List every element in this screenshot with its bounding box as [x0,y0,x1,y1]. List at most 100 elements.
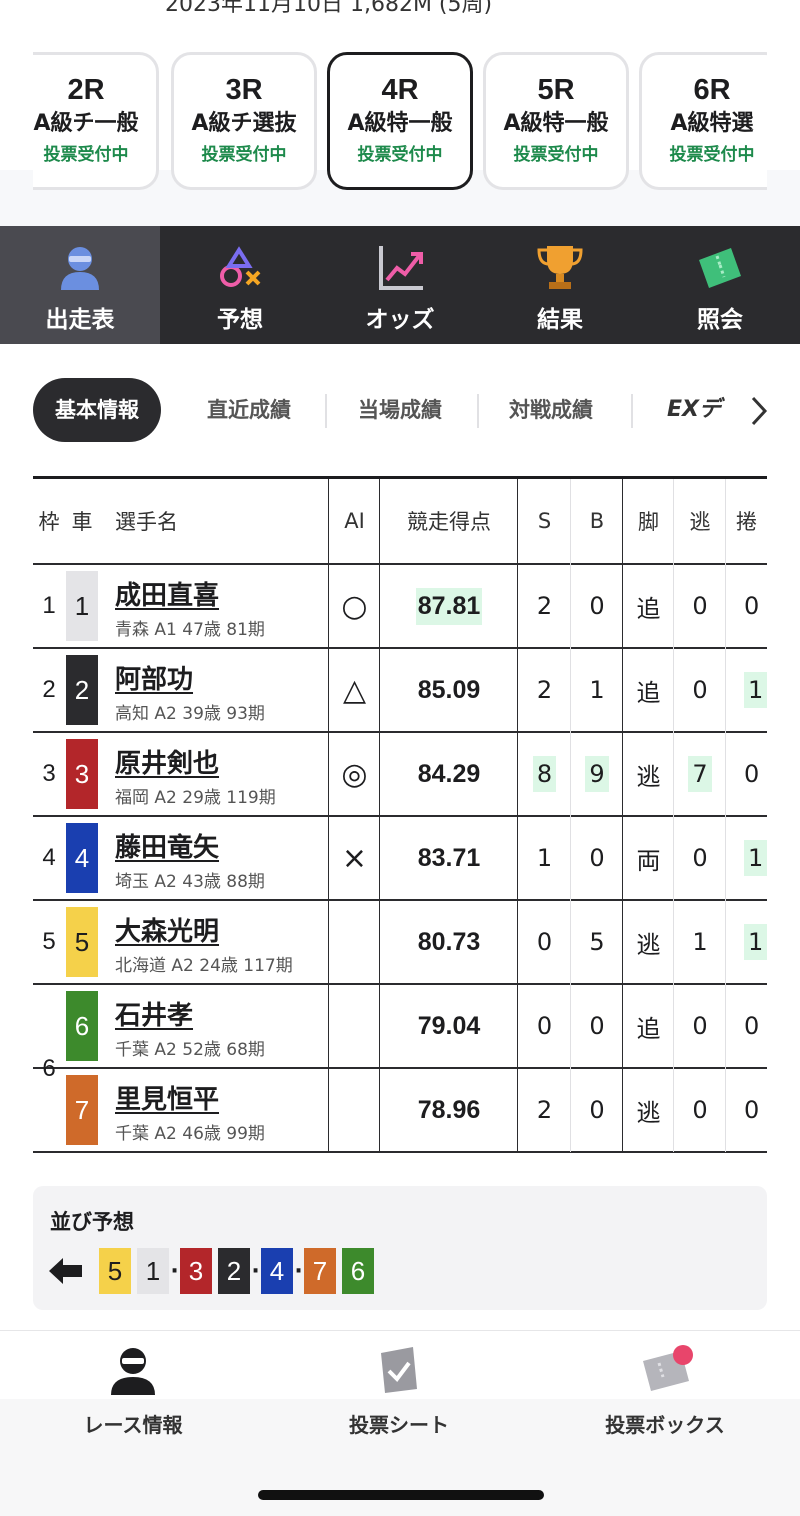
car-number-badge: 7 [66,1075,98,1145]
racer-name-link[interactable]: 藤田竜矢 [115,827,219,864]
car-number-badge: 2 [66,655,98,725]
line-prediction-panel: 並び予想 5 1 · 3 2 · 4 · 7 6 [33,1186,767,1310]
table-row: 6 石井孝 千葉 A2 52歳 68期 79.04 0 0 追 0 0 [33,985,767,1069]
header-score: 競走得点 [407,510,491,534]
race-tab-strip: 2R A級チ一般 投票受付中 3R A級チ選抜 投票受付中 4R A級特一般 投… [0,0,800,226]
racer-profile: 北海道 A2 24歳 117期 [115,956,293,976]
stat-makuri: 0 [744,1012,760,1040]
bottom-nav-vote-sheet[interactable]: 投票シート [266,1331,532,1441]
race-number: 3R [225,74,263,106]
stat-b: 5 [589,928,605,956]
race-number: 2R [67,74,105,106]
info-sub-tabs: 基本情報 直近成績 当場成績 対戦成績 EXデ [33,378,800,442]
table-header: 枠 車 選手名 AI 競走得点 S B 脚 逃 捲 [33,479,767,565]
racer-profile: 高知 A2 39歳 93期 [115,704,265,724]
race-grade: A級特選 [670,111,754,136]
stat-s: 0 [536,928,553,956]
race-tab-5r[interactable]: 5R A級特一般 投票受付中 [483,52,629,190]
vote-box-icon [643,1345,693,1391]
stat-nige: 0 [692,592,708,620]
stat-s: 0 [536,1012,553,1040]
tab-divider [477,394,479,428]
bottom-nav-race-info[interactable]: レース情報 [0,1331,266,1441]
nav-entry-table[interactable]: 出走表 [0,226,160,344]
table-row: 4 4 藤田竜矢 埼玉 A2 43歳 88期 × 83.71 1 0 両 0 1 [33,817,768,901]
car-number-badge: 1 [66,571,98,641]
racer-profile: 埼玉 A2 43歳 88期 [115,872,265,892]
chevron-right-icon[interactable] [747,394,771,428]
stat-b: 9 [585,756,609,792]
line-car-badge: 3 [180,1248,212,1294]
bottom-nav: レース情報 投票シート 投票ボックス [0,1330,800,1516]
car-number-badge: 5 [66,907,98,977]
racer-icon [61,247,99,290]
ai-mark [329,901,380,983]
nav-odds[interactable]: オッズ [320,226,480,344]
home-indicator [258,1490,544,1500]
car-number-badge: 6 [66,991,98,1061]
column-divider [328,479,329,1152]
bottom-nav-vote-box[interactable]: 投票ボックス [532,1331,798,1441]
race-grade: A級チ選抜 [191,111,297,136]
racer-profile: 千葉 A2 46歳 99期 [115,1124,265,1144]
race-status: 投票受付中 [357,145,443,165]
entry-table: 枠 車 選手名 AI 競走得点 S B 脚 逃 捲 1 1 成田直喜 青森 A1 47… [33,476,768,1153]
nav-results[interactable]: 結果 [480,226,640,344]
table-row: 3 3 原井剣也 福岡 A2 29歳 119期 ◎ 84.29 8 9 逃 7 0 [33,733,767,817]
column-divider [725,479,726,1152]
bottom-nav-label: レース情報 [83,1413,183,1437]
racer-name-link[interactable]: 成田直喜 [115,575,219,612]
racer-name-link[interactable]: 石井孝 [115,995,193,1032]
stat-makuri: 0 [744,592,760,620]
tab-head-to-head[interactable]: 対戦成績 [509,378,593,442]
race-status: 投票受付中 [669,145,755,165]
nav-label: 照会 [697,307,743,333]
race-score: 78.96 [417,1095,481,1124]
table-row: 1 1 成田直喜 青森 A1 47歳 81期 ○ 87.81 2 0 追 0 0 [33,565,767,649]
vote-sheet-icon [381,1347,417,1393]
ai-mark: ◎ [341,756,368,792]
nav-prediction[interactable]: 予想 [160,226,320,344]
stat-s: 2 [536,592,553,620]
stat-nige: 1 [692,928,708,956]
line-prediction-row: 5 1 · 3 2 · 4 · 7 6 [49,1248,374,1294]
nav-label: 出走表 [45,307,115,333]
line-car-badge: 5 [99,1248,131,1294]
stat-s: 2 [536,676,553,704]
leg-type: 逃 [636,930,661,959]
table-row: 2 2 阿部功 高知 A2 39歳 93期 △ 85.09 2 1 追 0 1 [33,649,768,733]
racer-profile: 千葉 A2 52歳 68期 [115,1040,265,1060]
ai-mark: × [341,840,368,876]
tab-basic-info[interactable]: 基本情報 [33,378,161,442]
nav-label: オッズ [365,307,435,333]
racer-name-link[interactable]: 里見恒平 [115,1079,219,1116]
race-status: 投票受付中 [201,145,287,165]
race-tab-4r[interactable]: 4R A級特一般 投票受付中 [327,52,473,190]
racer-name-link[interactable]: 原井剣也 [115,743,219,780]
nav-inquiry[interactable]: 照会 [640,226,800,344]
race-tab-3r[interactable]: 3R A級チ選抜 投票受付中 [171,52,317,190]
race-tab-2r[interactable]: 2R A級チ一般 投票受付中 [33,52,159,190]
race-score: 80.73 [417,927,481,956]
tab-venue-results[interactable]: 当場成績 [358,378,442,442]
racer-name-link[interactable]: 阿部功 [115,659,193,696]
racer-profile: 福岡 A2 29歳 119期 [115,788,276,808]
stat-nige: 0 [692,1096,708,1124]
column-divider [673,479,674,1152]
bottom-nav-label: 投票ボックス [605,1413,725,1437]
stat-makuri: 1 [744,672,768,708]
race-grade: A級チ一般 [33,111,139,136]
tab-ex-data[interactable]: EXデ [667,378,747,442]
frame-number: 4 [42,844,56,871]
frame-number: 5 [42,928,56,955]
trophy-icon [537,246,583,289]
racer-name-link[interactable]: 大森光明 [115,911,219,948]
race-grade: A級特一般 [347,111,453,136]
race-score: 84.29 [417,759,481,788]
header-b: B [589,509,605,533]
bottom-nav-label: 投票シート [349,1413,449,1437]
tab-recent-results[interactable]: 直近成績 [207,378,291,442]
stat-nige: 7 [688,756,712,792]
stat-b: 0 [589,1012,605,1040]
race-tab-6r[interactable]: 6R A級特選 投票受付中 [639,52,767,190]
